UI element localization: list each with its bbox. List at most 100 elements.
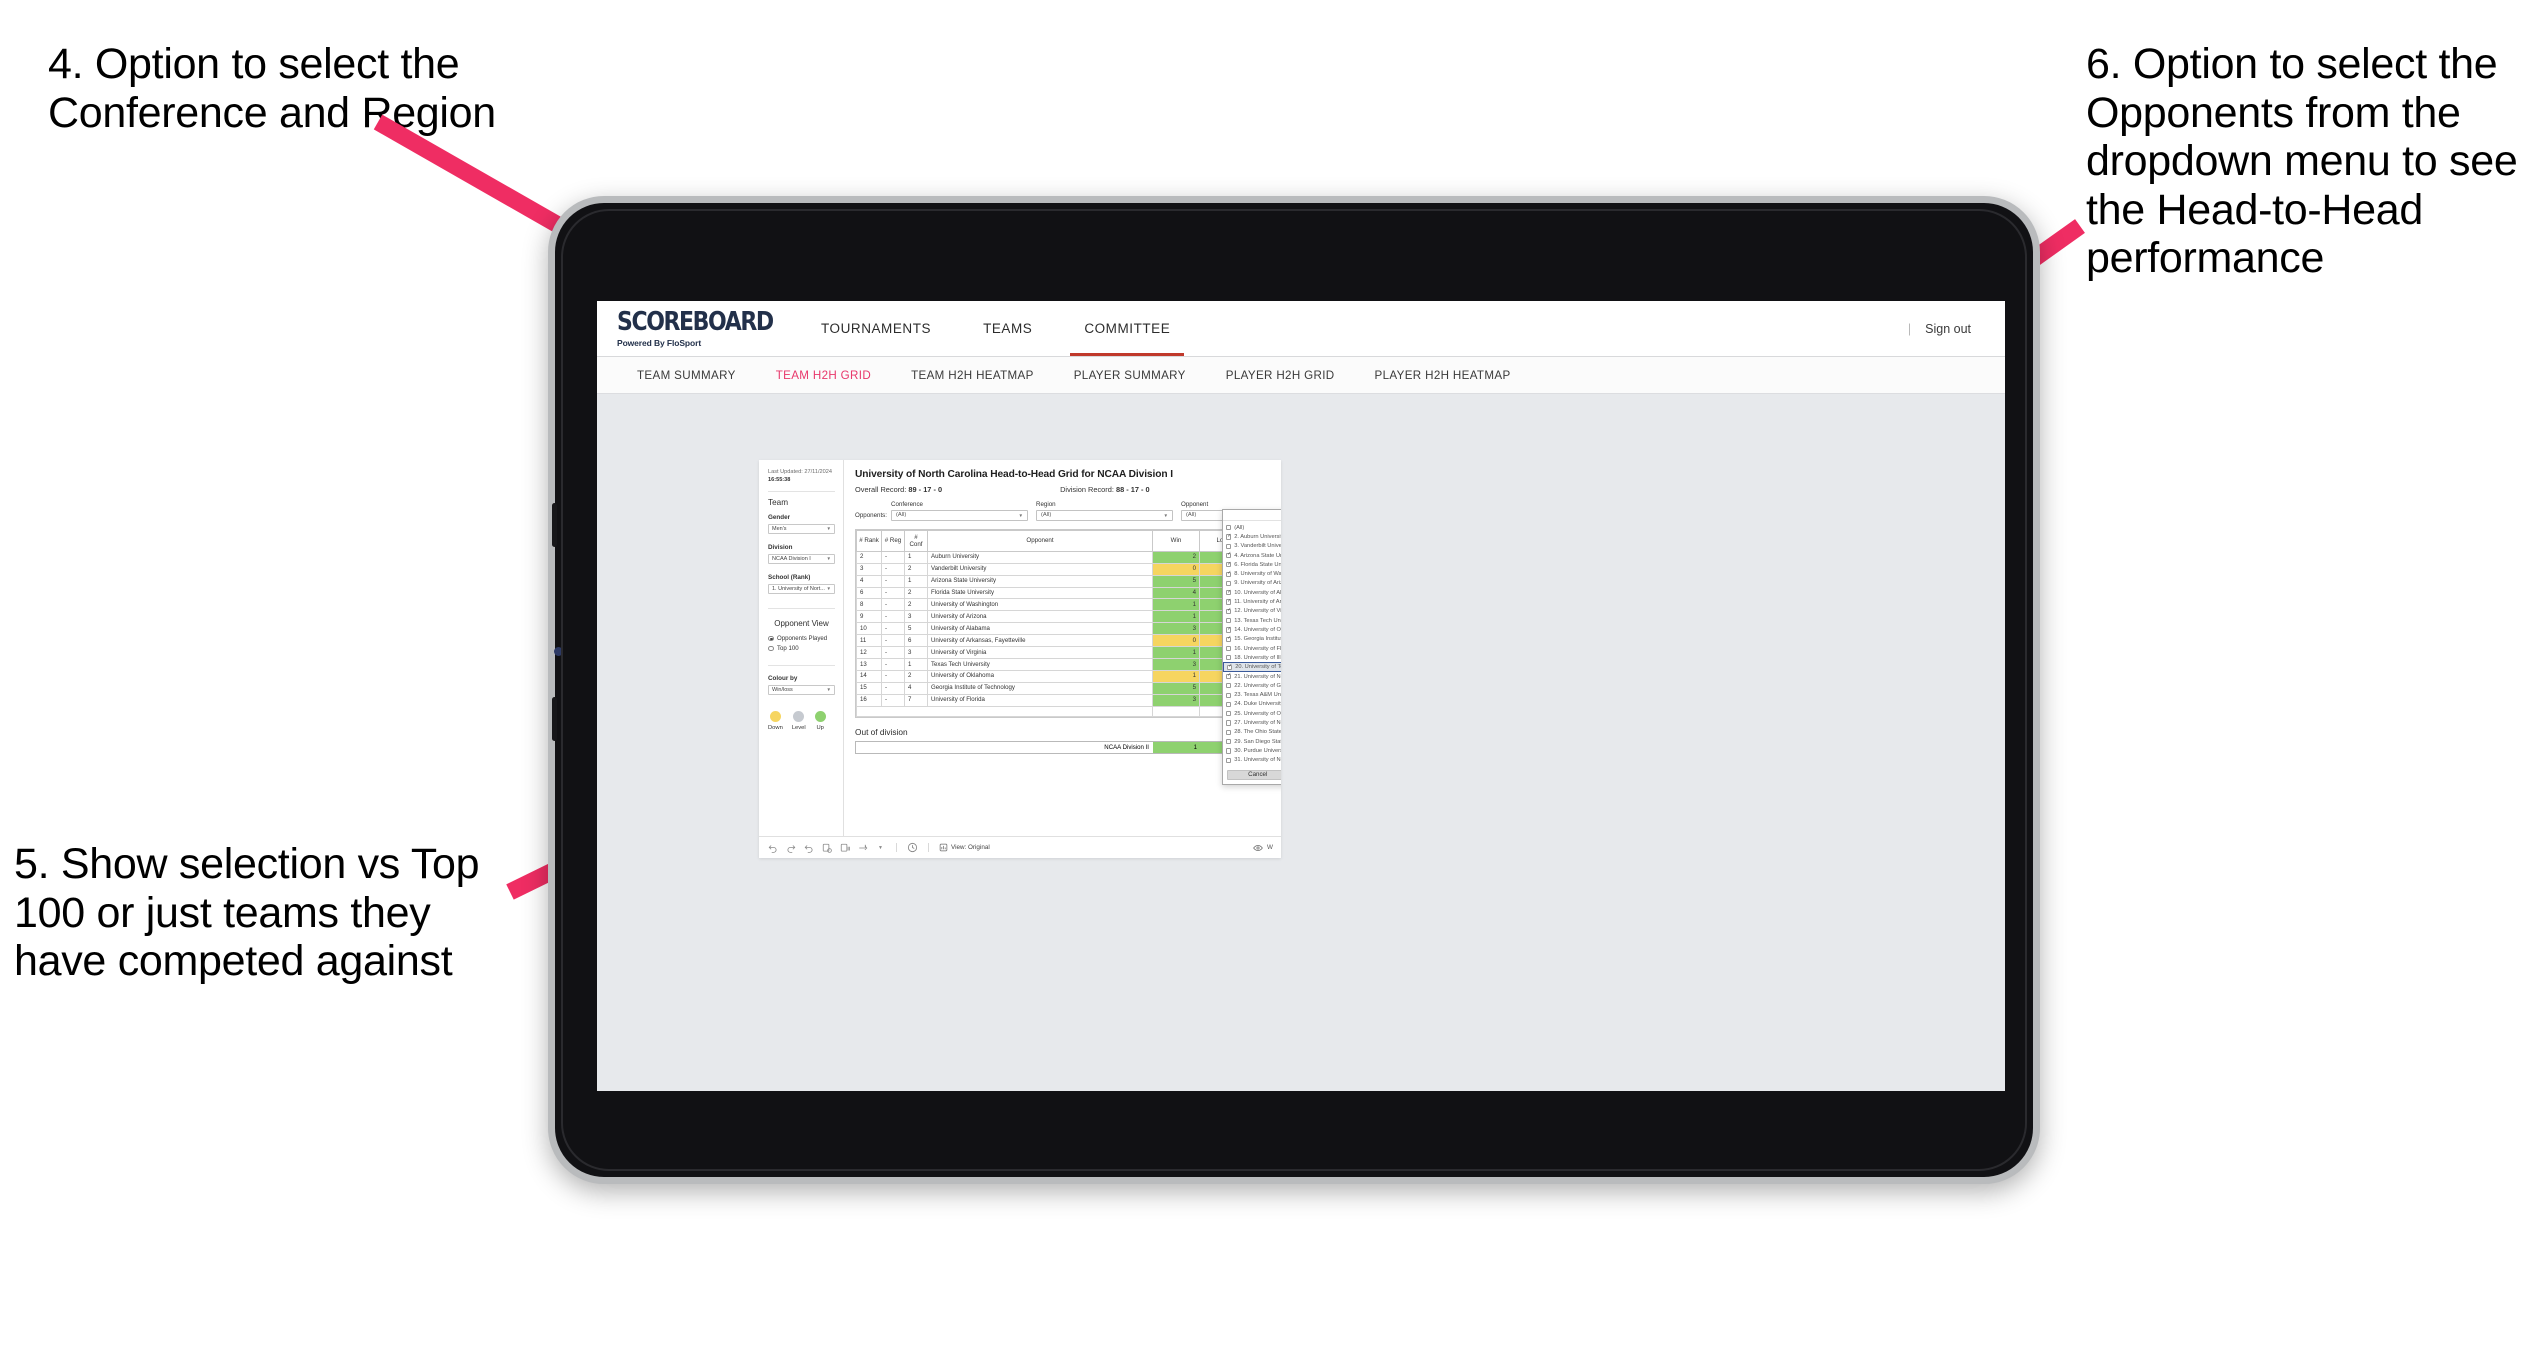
table-row[interactable]: 12-3University of Virginia10 bbox=[856, 646, 1270, 660]
share-icon[interactable] bbox=[857, 842, 868, 853]
checkbox-icon[interactable] bbox=[1226, 571, 1232, 577]
division-select[interactable]: NCAA Division I ▼ bbox=[768, 553, 835, 565]
tab-team-h2h-heatmap[interactable]: TEAM H2H HEATMAP bbox=[891, 369, 1054, 382]
dropdown-option[interactable]: 11. University of Arkansas, Fayetteville bbox=[1223, 597, 1281, 606]
checkbox-icon[interactable] bbox=[1226, 645, 1232, 652]
tab-player-h2h-heatmap[interactable]: PLAYER H2H HEATMAP bbox=[1355, 369, 1531, 382]
checkbox-icon[interactable] bbox=[1226, 627, 1232, 633]
checkbox-icon[interactable] bbox=[1226, 580, 1232, 587]
view-original-button[interactable]: View: Original bbox=[939, 843, 990, 852]
table-row[interactable]: 4-1Arizona State University51 bbox=[856, 574, 1270, 588]
dropdown-option[interactable]: 23. Texas A&M University bbox=[1223, 691, 1281, 700]
refresh-icon[interactable] bbox=[821, 842, 832, 853]
table-row[interactable]: 8-2University of Washington10 bbox=[856, 598, 1270, 612]
dropdown-option[interactable]: 28. The Ohio State University bbox=[1223, 728, 1281, 737]
dropdown-option[interactable]: 10. University of Alabama bbox=[1223, 588, 1281, 597]
checkbox-icon[interactable] bbox=[1226, 720, 1232, 726]
checkbox-icon[interactable] bbox=[1226, 757, 1232, 763]
radio-opponents-played[interactable]: Opponents Played bbox=[768, 635, 835, 642]
gender-select[interactable]: Men's ▼ bbox=[768, 523, 835, 535]
dropdown-option[interactable]: 6. Florida State University bbox=[1223, 560, 1281, 569]
table-row[interactable]: 2-1Auburn University21 bbox=[856, 550, 1270, 564]
table-row[interactable]: 10-5University of Alabama30 bbox=[856, 622, 1270, 636]
checkbox-icon[interactable] bbox=[1226, 701, 1232, 708]
tab-player-h2h-grid[interactable]: PLAYER H2H GRID bbox=[1206, 369, 1355, 382]
cancel-button[interactable]: Cancel bbox=[1227, 769, 1281, 780]
dropdown-option[interactable]: 14. University of Oklahoma bbox=[1223, 625, 1281, 634]
dropdown-option[interactable]: 27. University of Notre Dame bbox=[1223, 718, 1281, 727]
revert-icon[interactable] bbox=[803, 842, 814, 853]
dropdown-option[interactable]: 12. University of Virginia bbox=[1223, 607, 1281, 616]
watch-eye-icon[interactable] bbox=[1253, 843, 1263, 853]
dropdown-option[interactable]: 20. University of Texas bbox=[1223, 662, 1281, 672]
dropdown-option[interactable]: 24. Duke University bbox=[1223, 700, 1281, 709]
checkbox-icon[interactable] bbox=[1227, 664, 1233, 670]
checkbox-icon[interactable] bbox=[1226, 534, 1232, 540]
table-row[interactable]: 14-2University of Oklahoma12 bbox=[856, 669, 1270, 683]
sign-out-link[interactable]: Sign out bbox=[1925, 322, 1971, 336]
table-row[interactable]: 15-4Georgia Institute of Technology50 bbox=[856, 681, 1270, 695]
dropdown-option[interactable]: 25. University of Oregon bbox=[1223, 709, 1281, 718]
dropdown-option[interactable]: (All) bbox=[1223, 523, 1281, 532]
checkbox-icon[interactable] bbox=[1226, 655, 1232, 661]
conference-select[interactable]: (All) ▼ bbox=[891, 509, 1028, 521]
tab-player-summary[interactable]: PLAYER SUMMARY bbox=[1054, 369, 1206, 382]
dropdown-option[interactable]: 2. Auburn University bbox=[1223, 532, 1281, 541]
scoreboard-logo[interactable]: SCOREBOARD Powered By FloSport bbox=[617, 309, 774, 348]
dropdown-option[interactable]: 21. University of New Mexico bbox=[1223, 672, 1281, 681]
checkbox-icon[interactable] bbox=[1226, 552, 1232, 559]
dropdown-option-list[interactable]: (All) 2. Auburn University 3. Vanderbilt U… bbox=[1223, 521, 1281, 767]
dropdown-option[interactable]: 8. University of Washington bbox=[1223, 569, 1281, 578]
table-row[interactable]: 9-3University of Arizona10 bbox=[856, 610, 1270, 624]
nav-item-teams[interactable]: TEAMS bbox=[957, 301, 1058, 356]
dropdown-option[interactable]: 13. Texas Tech University bbox=[1223, 616, 1281, 625]
dropdown-option[interactable]: 30. Purdue University bbox=[1223, 746, 1281, 755]
checkbox-icon[interactable] bbox=[1226, 618, 1232, 624]
nav-item-committee[interactable]: COMMITTEE bbox=[1058, 301, 1196, 356]
checkbox-icon[interactable] bbox=[1226, 683, 1232, 689]
out-of-division-row[interactable]: NCAA Division II10 bbox=[856, 742, 1270, 753]
dropdown-option[interactable]: 31. University of North Florida bbox=[1223, 756, 1281, 765]
dropdown-option[interactable]: 3. Vanderbilt University bbox=[1223, 542, 1281, 551]
checkbox-icon[interactable] bbox=[1226, 543, 1232, 549]
radio-top-100[interactable]: Top 100 bbox=[768, 645, 835, 652]
checkbox-icon[interactable] bbox=[1226, 590, 1232, 596]
redo-icon[interactable] bbox=[785, 842, 796, 853]
dropdown-option[interactable]: 18. University of Illinois bbox=[1223, 653, 1281, 662]
history-icon[interactable] bbox=[907, 842, 918, 853]
tab-team-h2h-grid[interactable]: TEAM H2H GRID bbox=[756, 369, 891, 382]
chevron-down-icon[interactable]: ▼ bbox=[875, 842, 886, 853]
dropdown-option[interactable]: 29. San Diego State University bbox=[1223, 737, 1281, 746]
pause-updates-icon[interactable] bbox=[839, 842, 850, 853]
school-select[interactable]: 1. University of Nort... ▼ bbox=[768, 583, 835, 595]
checkbox-icon[interactable] bbox=[1226, 692, 1232, 698]
checkbox-icon[interactable] bbox=[1226, 729, 1232, 735]
checkbox-icon[interactable] bbox=[1226, 748, 1232, 754]
table-row[interactable]: 11-6 University of Arkansas, Fayetteville… bbox=[856, 634, 1270, 648]
opponent-dropdown-popup[interactable]: (All) 2. Auburn University 3. Vanderbilt U… bbox=[1222, 509, 1281, 785]
nav-item-tournaments[interactable]: TOURNAMENTS bbox=[795, 301, 957, 356]
dropdown-search-row[interactable] bbox=[1223, 510, 1281, 521]
dropdown-option[interactable]: 4. Arizona State University bbox=[1223, 551, 1281, 560]
checkbox-icon[interactable] bbox=[1226, 562, 1232, 568]
region-select[interactable]: (All) ▼ bbox=[1036, 509, 1173, 521]
table-row[interactable]: 16-7University of Florida31 bbox=[856, 693, 1270, 707]
table-row[interactable]: 13-1Texas Tech University30 bbox=[856, 658, 1270, 671]
checkbox-icon[interactable] bbox=[1226, 608, 1232, 614]
table-row[interactable]: 3-2Vanderbilt University04 bbox=[856, 562, 1270, 576]
opponent-filter-bar: Opponents: Conference (All) ▼ Region (Al… bbox=[855, 501, 1281, 521]
dropdown-option[interactable]: 16. University of Florida bbox=[1223, 644, 1281, 653]
colour-by-select[interactable]: Win/loss ▼ bbox=[768, 684, 835, 696]
checkbox-icon[interactable] bbox=[1226, 673, 1232, 680]
checkbox-icon[interactable] bbox=[1226, 525, 1232, 531]
checkbox-icon[interactable] bbox=[1226, 711, 1232, 717]
dropdown-option[interactable]: 9. University of Arizona bbox=[1223, 579, 1281, 588]
tab-team-summary[interactable]: TEAM SUMMARY bbox=[617, 369, 756, 382]
table-row[interactable]: 6-2Florida State University42 bbox=[856, 586, 1270, 600]
checkbox-icon[interactable] bbox=[1226, 599, 1232, 605]
checkbox-icon[interactable] bbox=[1226, 636, 1232, 642]
undo-icon[interactable] bbox=[767, 842, 778, 853]
dropdown-option[interactable]: 22. University of Georgia bbox=[1223, 681, 1281, 690]
checkbox-icon[interactable] bbox=[1226, 739, 1232, 745]
dropdown-option[interactable]: 15. Georgia Institute of Technology bbox=[1223, 635, 1281, 644]
